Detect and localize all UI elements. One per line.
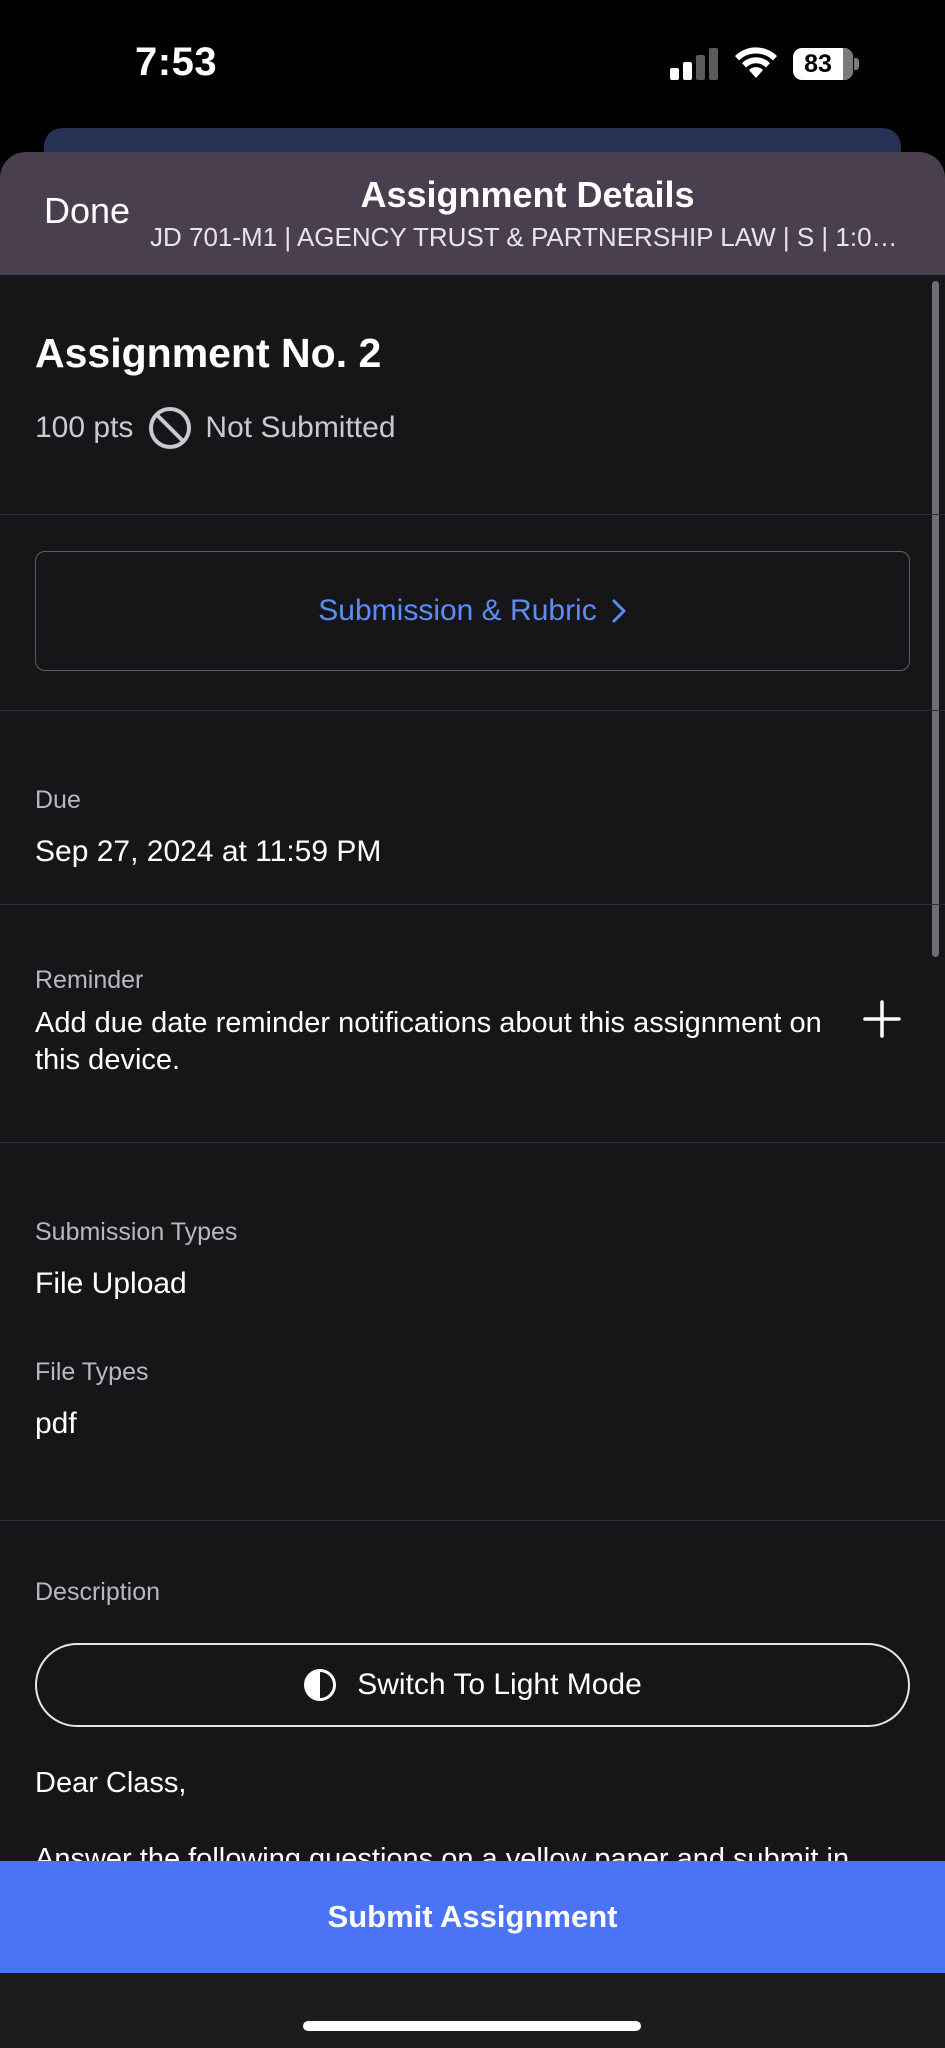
reminder-label: Reminder [35,966,144,994]
scrollbar-thumb[interactable] [932,281,939,957]
assignment-title: Assignment No. 2 [35,330,382,376]
divider [0,514,945,515]
half-circle-contrast-icon [304,1669,337,1701]
submission-rubric-button[interactable]: Submission & Rubric [35,551,910,671]
due-date: Sep 27, 2024 at 11:59 PM [35,835,382,868]
divider [0,1520,945,1521]
switch-light-mode-label: Switch To Light Mode [357,1668,642,1701]
battery-level: 83 [804,50,832,78]
submission-types-label: Submission Types [35,1218,238,1246]
home-area [0,1973,945,2048]
description-greeting: Dear Class, [35,1767,187,1799]
assignment-points: 100 pts [35,411,134,444]
switch-light-mode-button[interactable]: Switch To Light Mode [35,1643,910,1727]
submission-status: Not Submitted [205,411,396,444]
assignment-meta: 100 pts Not Submitted [35,405,396,451]
battery-icon: 83 [793,48,859,80]
chevron-right-icon [612,599,626,623]
assignment-details-content[interactable]: Assignment No. 2 100 pts Not Submitted S… [0,275,945,1861]
submission-types-value: File Upload [35,1267,187,1300]
description-label: Description [35,1578,161,1606]
divider [0,710,945,711]
submit-assignment-label: Submit Assignment [327,1899,618,1934]
page-title: Assignment Details [360,174,695,215]
status-bar: 7:53 83 [0,0,945,130]
status-time: 7:53 [135,40,218,84]
file-types-value: pdf [35,1407,77,1440]
cellular-signal-icon [670,48,720,80]
nav-header: Done Assignment Details JD 701-M1 | AGEN… [0,152,945,275]
home-indicator[interactable] [303,2021,641,2031]
submission-rubric-label: Submission & Rubric [318,594,597,627]
add-reminder-plus-icon[interactable] [862,999,902,1039]
submit-assignment-button[interactable]: Submit Assignment [0,1861,945,1973]
divider [0,904,945,905]
done-button[interactable]: Done [44,190,130,232]
wifi-icon [735,47,777,78]
course-subtitle: JD 701-M1 | AGENCY TRUST & PARTNERSHIP L… [150,222,905,252]
file-types-label: File Types [35,1358,149,1386]
description-body: Answer the following questions on a yell… [35,1843,850,1861]
not-submitted-icon [149,407,192,449]
reminder-description: Add due date reminder notifications abou… [35,1007,822,1076]
due-label: Due [35,786,81,814]
divider [0,1142,945,1143]
